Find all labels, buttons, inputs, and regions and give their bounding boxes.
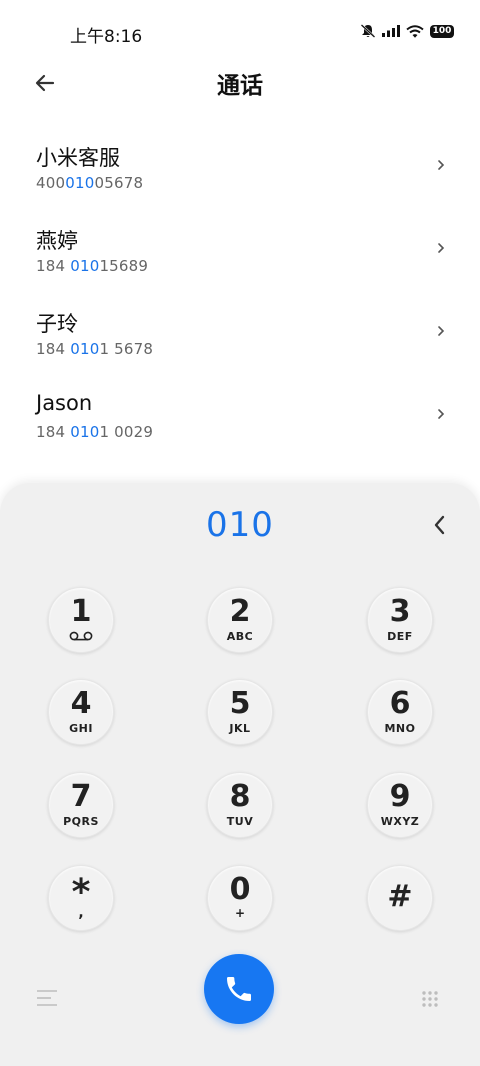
key-1[interactable]: 1: [48, 587, 114, 653]
contact-name: 燕婷: [36, 229, 78, 253]
contact-row[interactable]: 小米客服 40001005678: [0, 128, 480, 211]
chevron-right-icon: [438, 409, 445, 419]
key-6[interactable]: 6 MNO: [367, 679, 433, 745]
header: 通话: [0, 60, 480, 106]
key-7[interactable]: 7 PQRS: [48, 772, 114, 838]
chevron-right-icon: [438, 160, 445, 170]
key-9[interactable]: 9 WXYZ: [367, 772, 433, 838]
signal-icon: [382, 25, 400, 37]
backspace-icon[interactable]: [430, 513, 450, 537]
call-button[interactable]: [204, 954, 274, 1024]
voicemail-icon: [69, 631, 93, 641]
wifi-icon: [406, 24, 424, 38]
status-time: 上午8:16: [70, 27, 143, 47]
contact-row[interactable]: 子玲 184 0101 5678: [0, 294, 480, 377]
key-4[interactable]: 4 GHI: [48, 679, 114, 745]
menu-icon[interactable]: [36, 989, 58, 1007]
contact-row[interactable]: 燕婷 184 01015689: [0, 211, 480, 294]
key-5[interactable]: 5 JKL: [207, 679, 273, 745]
key-0[interactable]: 0 +: [207, 865, 273, 931]
key-star[interactable]: * ,: [48, 865, 114, 931]
dial-input[interactable]: 010: [0, 505, 480, 545]
keypad-icon[interactable]: [421, 990, 439, 1008]
matched-digits: 010: [70, 423, 100, 441]
key-2[interactable]: 2 ABC: [207, 587, 273, 653]
status-bar: 上午8:16 100: [0, 0, 480, 66]
contact-row[interactable]: Jason 184 0101 0029: [0, 377, 480, 460]
contact-name: Jason: [36, 391, 93, 415]
chevron-right-icon: [438, 326, 445, 336]
status-icons: 100: [360, 24, 454, 38]
contact-number: 184 0101 0029: [36, 423, 154, 441]
contact-list: 小米客服 40001005678 燕婷 184 01015689 子玲 184 …: [0, 128, 480, 460]
contact-number: 40001005678: [36, 174, 144, 192]
page-title: 通话: [217, 73, 263, 99]
dialer-panel: 010 1 2 ABC 3 DEF 4 GHI 5 JKL 6 MNO 7 PQ…: [0, 483, 480, 1066]
contact-name: 小米客服: [36, 146, 120, 170]
matched-digits: 010: [70, 340, 100, 358]
mute-icon: [360, 24, 376, 38]
key-3[interactable]: 3 DEF: [367, 587, 433, 653]
matched-digits: 010: [65, 174, 95, 192]
contact-number: 184 01015689: [36, 257, 149, 275]
battery-icon: 100: [430, 24, 454, 38]
chevron-right-icon: [438, 243, 445, 253]
contact-number: 184 0101 5678: [36, 340, 154, 358]
matched-digits: 010: [70, 257, 100, 275]
contact-name: 子玲: [36, 312, 78, 336]
key-8[interactable]: 8 TUV: [207, 772, 273, 838]
phone-icon: [227, 977, 251, 1001]
key-hash[interactable]: #: [367, 865, 433, 931]
